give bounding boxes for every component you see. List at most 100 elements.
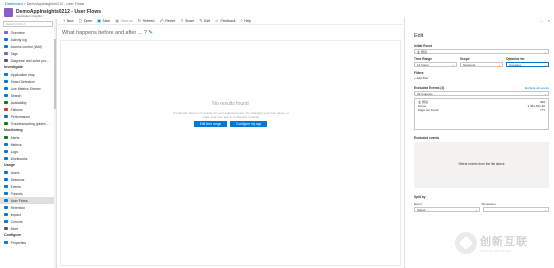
close-icon[interactable]: × — [548, 18, 550, 23]
feedback-button[interactable]: ☺ Feedback — [215, 18, 235, 23]
toolbar-label: Save — [102, 18, 111, 23]
edit-icon: ✎ — [199, 18, 203, 23]
overview-icon — [4, 30, 8, 35]
add-filter-button[interactable]: + Add filter — [414, 76, 549, 80]
toolbar-label: Open — [83, 18, 93, 23]
retention-icon — [4, 205, 8, 210]
sidebar-item-label: More — [10, 226, 19, 231]
time-range-col: Time Range 12 hours ⌄ — [414, 57, 457, 67]
sidebar-item-label: Sessions — [10, 177, 25, 182]
edit-panel: … × Edit Initial Event 业 测试 ⌄ Time Range… — [404, 17, 554, 268]
event-list-row[interactable]: Page not found 777 — [416, 108, 547, 112]
sidebar-item-label: Troubleshooting guides... — [10, 121, 49, 126]
sidebar-item-smart-detection[interactable]: Smart Detection — [0, 78, 56, 85]
save-as-button[interactable]: ▣ Save as — [115, 18, 133, 23]
chevron-down-icon: ⌄ — [543, 208, 547, 212]
optimize-value: Accuracy — [509, 63, 522, 67]
sidebar-item-access-control-iam[interactable]: Access control (IAM) — [0, 43, 56, 50]
sidebar-item-availability[interactable]: Availability — [0, 99, 56, 106]
edit-button[interactable]: ✎ Edit — [199, 18, 210, 23]
scope-label: Scope — [460, 57, 470, 61]
flow-question[interactable]: What happens before and after ... ? ✎ — [62, 30, 153, 36]
users-icon — [4, 170, 8, 175]
excluded-events-dropdown[interactable]: All requests ⌄ — [414, 91, 549, 96]
refresh-icon: ↻ — [137, 18, 142, 23]
split-by-fields: Select... ⌄ ⌄ — [414, 207, 549, 212]
watermark-logo-icon — [455, 232, 477, 254]
sidebar-item-properties[interactable]: Properties — [0, 239, 56, 246]
time-range-dropdown[interactable]: 12 hours ⌄ — [414, 62, 457, 67]
sidebar-item-impact[interactable]: Impact — [0, 211, 56, 218]
optimize-dropdown[interactable]: Accuracy ⌄ — [506, 62, 549, 67]
group-usage: Usage — [4, 163, 15, 167]
edit-time-range-button[interactable]: Edit time range — [193, 121, 228, 127]
sidebar-item-label: Application map — [10, 72, 35, 77]
sidebar-item-alerts[interactable]: Alerts — [0, 134, 56, 141]
sidebar-item-more[interactable]: More — [0, 225, 56, 232]
watermark: 创新互联 CHUANG XIN HU LIAN — [455, 232, 528, 254]
no-results-body: It looks like there is no activity for y… — [173, 111, 289, 119]
user-flows-icon — [4, 198, 8, 203]
failures-icon — [4, 107, 8, 112]
sidebar-item-label: Diagnose and solve pro... — [10, 58, 50, 63]
revert-button[interactable]: ⤺ Revert — [160, 18, 176, 23]
sidebar: Search (Ctrl+/) Overview Activity log Acce… — [0, 19, 57, 268]
save-button[interactable]: ▣ Save — [97, 18, 110, 23]
save-icon: ▣ — [97, 18, 101, 23]
more-options-icon[interactable]: … — [540, 18, 544, 23]
scope-dropdown[interactable]: Sessions ⌄ — [460, 62, 503, 67]
split-dimension-dropdown[interactable]: ⌄ — [483, 207, 549, 212]
panel-body: Edit Initial Event 业 测试 ⌄ Time Range 12 … — [414, 33, 549, 212]
help-button[interactable]: ? Help — [240, 18, 251, 23]
sidebar-item-diagnose-and-solve-pro[interactable]: Diagnose and solve pro... — [0, 57, 56, 64]
select-events-message: Select events from the list above — [458, 162, 505, 166]
sidebar-item-cohorts[interactable]: Cohorts — [0, 218, 56, 225]
configure-app-button[interactable]: Configure my app — [230, 121, 268, 127]
time-range-label: Time Range — [414, 57, 433, 61]
share-button[interactable]: ⇪ Share — [180, 18, 194, 23]
open-button[interactable]: ▢ Open — [79, 18, 93, 23]
flow-canvas: No results found It looks like there is … — [60, 40, 401, 266]
panel-title: Edit — [414, 33, 424, 39]
sidebar-item-retention[interactable]: Retention — [0, 204, 56, 211]
sidebar-item-workbooks[interactable]: Workbooks — [0, 155, 56, 162]
refresh-button[interactable]: ↻ Refresh — [138, 18, 155, 23]
sidebar-item-tags[interactable]: Tags — [0, 50, 56, 57]
sidebar-search-input[interactable]: Search (Ctrl+/) — [3, 21, 53, 27]
sidebar-item-live-metrics-stream[interactable]: Live Metrics Stream — [0, 85, 56, 92]
optimize-label: Optimize for — [506, 57, 525, 61]
sidebar-item-failures[interactable]: Failures — [0, 106, 56, 113]
availability-icon — [4, 100, 8, 105]
open-icon: ▢ — [78, 18, 83, 23]
toolbar-label: Edit — [204, 18, 210, 23]
sidebar-item-sessions[interactable]: Sessions — [0, 176, 56, 183]
event-list: 业 测试 999 Home 1,461,461.40 Page not found 777 — [414, 98, 549, 130]
new-button[interactable]: + New — [63, 18, 74, 23]
sidebar-item-overview[interactable]: Overview — [0, 29, 56, 36]
sidebar-item-application-map[interactable]: Application map — [0, 71, 56, 78]
metrics-icon — [4, 142, 8, 147]
sidebar-item-user-flows[interactable]: User Flows — [0, 197, 56, 204]
breadcrumb-dashboard-link[interactable]: Dashboard — [5, 2, 23, 6]
sidebar-item-events[interactable]: Events — [0, 183, 56, 190]
split-event-dropdown[interactable]: Select... ⌄ — [414, 207, 480, 212]
sidebar-item-funnels[interactable]: Funnels — [0, 190, 56, 197]
chevron-down-icon: ⌄ — [543, 63, 547, 67]
scrollbar-thumb[interactable] — [54, 39, 56, 109]
sidebar-item-troubleshooting-guides[interactable]: Troubleshooting guides... — [0, 120, 56, 127]
sidebar-item-search[interactable]: Search — [0, 92, 56, 99]
excluded-events-value: All requests — [417, 92, 433, 96]
performance-icon — [4, 114, 8, 119]
sidebar-item-performance[interactable]: Performance — [0, 113, 56, 120]
sidebar-item-activity-log[interactable]: Activity log — [0, 36, 56, 43]
sidebar-item-logs[interactable]: Logs — [0, 148, 56, 155]
sidebar-item-label: Properties — [10, 240, 27, 245]
chevron-down-icon: ⌄ — [543, 92, 547, 96]
sidebar-item-users[interactable]: Users — [0, 169, 56, 176]
breadcrumb-separator: > — [23, 2, 26, 6]
sidebar-item-label: Live Metrics Stream — [10, 86, 41, 91]
sidebar-item-metrics[interactable]: Metrics — [0, 141, 56, 148]
sidebar-scrollbar[interactable] — [54, 19, 56, 268]
edit-pencil-icon[interactable]: ✎ — [148, 30, 153, 36]
initial-event-dropdown[interactable]: 业 测试 ⌄ — [414, 49, 549, 54]
